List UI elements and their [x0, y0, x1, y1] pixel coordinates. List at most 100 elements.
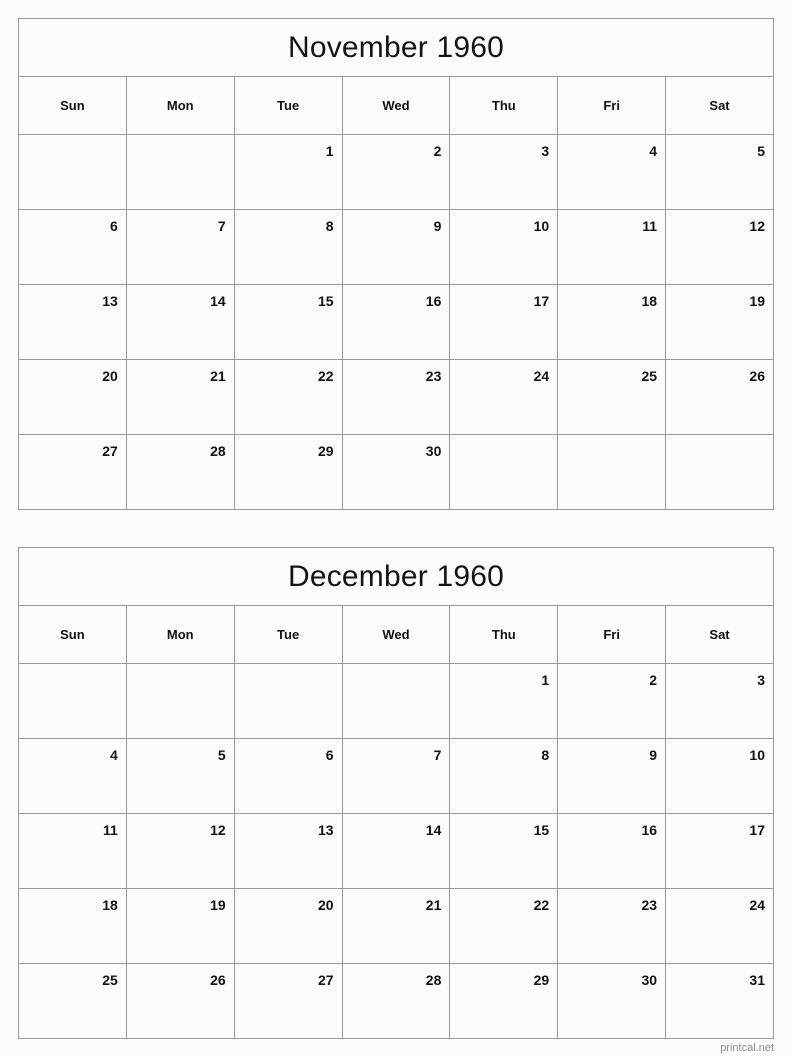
- day-cell[interactable]: 13: [233, 813, 343, 889]
- page-title-november: November 1960: [287, 30, 505, 64]
- weekday-header-sun: Sun: [18, 605, 127, 664]
- calendar-week-row: 25 26 27 28 29 30 31: [18, 963, 774, 1039]
- day-cell[interactable]: [449, 434, 559, 510]
- day-cell[interactable]: 9: [341, 209, 451, 285]
- day-cell[interactable]: 16: [341, 284, 451, 360]
- day-cell[interactable]: 17: [449, 284, 559, 360]
- calendar-title-row: November 1960: [18, 18, 774, 77]
- day-cell[interactable]: 29: [449, 963, 559, 1039]
- day-cell[interactable]: [18, 134, 127, 210]
- weekday-header-tue: Tue: [233, 605, 343, 664]
- day-cell[interactable]: 3: [449, 134, 559, 210]
- day-cell[interactable]: 20: [233, 888, 343, 964]
- day-cell[interactable]: 30: [341, 434, 451, 510]
- day-cell[interactable]: [125, 134, 235, 210]
- day-cell[interactable]: 28: [125, 434, 235, 510]
- calendar-week-row: 27 28 29 30: [18, 434, 774, 510]
- day-cell[interactable]: 11: [557, 209, 667, 285]
- day-cell[interactable]: 1: [233, 134, 343, 210]
- day-cell[interactable]: 15: [233, 284, 343, 360]
- calendar-week-row: 20 21 22 23 24 25 26: [18, 359, 774, 435]
- day-cell[interactable]: 2: [341, 134, 451, 210]
- day-cell[interactable]: 6: [233, 738, 343, 814]
- calendar-week-row: 1 2 3: [18, 663, 774, 739]
- day-cell[interactable]: [341, 663, 451, 739]
- calendar-week-row: 4 5 6 7 8 9 10: [18, 738, 774, 814]
- day-cell[interactable]: [665, 434, 774, 510]
- day-cell[interactable]: 26: [125, 963, 235, 1039]
- calendar-week-row: 18 19 20 21 22 23 24: [18, 888, 774, 964]
- day-cell[interactable]: 20: [18, 359, 127, 435]
- weekday-header-tue: Tue: [233, 76, 343, 135]
- day-cell[interactable]: 22: [449, 888, 559, 964]
- day-cell[interactable]: 27: [18, 434, 127, 510]
- day-cell[interactable]: 19: [665, 284, 774, 360]
- day-cell[interactable]: 1: [449, 663, 559, 739]
- day-cell[interactable]: [557, 434, 667, 510]
- day-cell[interactable]: 16: [557, 813, 667, 889]
- day-cell[interactable]: 3: [665, 663, 774, 739]
- calendar-december: December 1960 Sun Mon Tue Wed Thu Fri Sa…: [18, 547, 774, 1039]
- day-cell[interactable]: 27: [233, 963, 343, 1039]
- calendar-week-row: 11 12 13 14 15 16 17: [18, 813, 774, 889]
- day-cell[interactable]: 21: [125, 359, 235, 435]
- day-cell[interactable]: 5: [665, 134, 774, 210]
- calendar-page: November 1960 Sun Mon Tue Wed Thu Fri Sa…: [0, 0, 792, 1056]
- weekday-header-mon: Mon: [125, 605, 235, 664]
- day-cell[interactable]: 12: [125, 813, 235, 889]
- weekday-header-fri: Fri: [557, 605, 667, 664]
- page-title-december: December 1960: [287, 559, 505, 593]
- day-cell[interactable]: 10: [449, 209, 559, 285]
- day-cell[interactable]: 11: [18, 813, 127, 889]
- weekday-header-fri: Fri: [557, 76, 667, 135]
- day-cell[interactable]: 12: [665, 209, 774, 285]
- day-cell[interactable]: 6: [18, 209, 127, 285]
- day-cell[interactable]: 5: [125, 738, 235, 814]
- weekday-header-thu: Thu: [449, 605, 559, 664]
- calendar-week-row: 13 14 15 16 17 18 19: [18, 284, 774, 360]
- weekday-header-sat: Sat: [665, 76, 774, 135]
- day-cell[interactable]: 25: [18, 963, 127, 1039]
- weekday-header-thu: Thu: [449, 76, 559, 135]
- calendar-title-cell: December 1960: [18, 547, 774, 606]
- weekday-header-sat: Sat: [665, 605, 774, 664]
- day-cell[interactable]: 24: [449, 359, 559, 435]
- day-cell[interactable]: 18: [18, 888, 127, 964]
- day-cell[interactable]: 18: [557, 284, 667, 360]
- day-cell[interactable]: 4: [557, 134, 667, 210]
- calendar-title-row: December 1960: [18, 547, 774, 606]
- day-cell[interactable]: 22: [233, 359, 343, 435]
- day-cell[interactable]: [233, 663, 343, 739]
- day-cell[interactable]: 19: [125, 888, 235, 964]
- weekday-header-sun: Sun: [18, 76, 127, 135]
- day-cell[interactable]: 26: [665, 359, 774, 435]
- day-cell[interactable]: 25: [557, 359, 667, 435]
- day-cell[interactable]: 17: [665, 813, 774, 889]
- day-cell[interactable]: 30: [557, 963, 667, 1039]
- day-cell[interactable]: 8: [233, 209, 343, 285]
- day-cell[interactable]: [125, 663, 235, 739]
- day-cell[interactable]: 10: [665, 738, 774, 814]
- day-cell[interactable]: 23: [557, 888, 667, 964]
- day-cell[interactable]: 13: [18, 284, 127, 360]
- footer-credit: printcal.net: [720, 1042, 774, 1054]
- day-cell[interactable]: 15: [449, 813, 559, 889]
- weekday-header-row: Sun Mon Tue Wed Thu Fri Sat: [18, 605, 774, 664]
- calendar-week-row: 1 2 3 4 5: [18, 134, 774, 210]
- day-cell[interactable]: 4: [18, 738, 127, 814]
- day-cell[interactable]: 24: [665, 888, 774, 964]
- day-cell[interactable]: 29: [233, 434, 343, 510]
- weekday-header-mon: Mon: [125, 76, 235, 135]
- day-cell[interactable]: [18, 663, 127, 739]
- day-cell[interactable]: 14: [125, 284, 235, 360]
- day-cell[interactable]: 23: [341, 359, 451, 435]
- day-cell[interactable]: 8: [449, 738, 559, 814]
- day-cell[interactable]: 21: [341, 888, 451, 964]
- day-cell[interactable]: 2: [557, 663, 667, 739]
- day-cell[interactable]: 31: [665, 963, 774, 1039]
- day-cell[interactable]: 9: [557, 738, 667, 814]
- day-cell[interactable]: 14: [341, 813, 451, 889]
- day-cell[interactable]: 7: [341, 738, 451, 814]
- day-cell[interactable]: 7: [125, 209, 235, 285]
- day-cell[interactable]: 28: [341, 963, 451, 1039]
